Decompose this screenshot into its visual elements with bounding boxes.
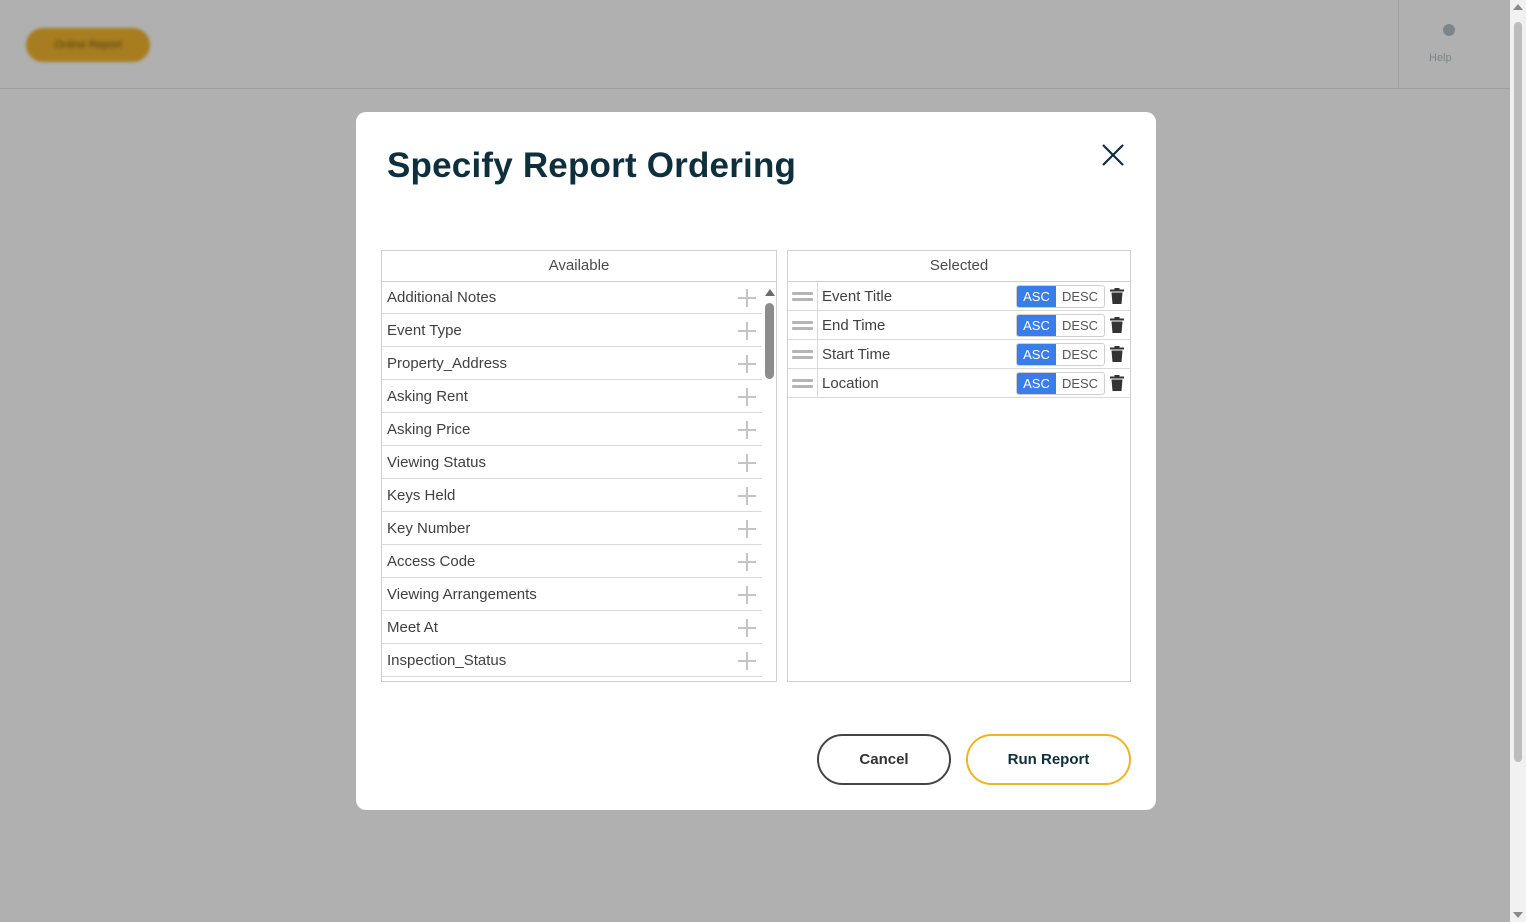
asc-button[interactable]: ASC [1017, 315, 1056, 336]
trash-icon[interactable] [1110, 375, 1124, 391]
trash-icon[interactable] [1110, 317, 1124, 333]
list-item: Access Code [382, 545, 762, 578]
trash-icon[interactable] [1110, 346, 1124, 362]
selected-field-label: Location [822, 375, 879, 392]
plus-icon[interactable] [738, 454, 756, 472]
close-icon [1102, 144, 1124, 166]
scroll-down-arrow-icon[interactable] [1513, 912, 1523, 918]
scroll-up-arrow-icon[interactable] [765, 289, 775, 296]
selected-row: End Time ASC DESC [788, 311, 1130, 340]
field-label: Access Code [387, 553, 476, 570]
page-scrollbar[interactable] [1510, 0, 1526, 922]
list-item: Event Type [382, 314, 762, 347]
desc-button[interactable]: DESC [1056, 344, 1104, 365]
close-button[interactable] [1098, 140, 1128, 170]
scrollbar-thumb[interactable] [1514, 22, 1522, 762]
field-label: Asking Price [387, 421, 471, 438]
sort-direction-toggle: ASC DESC [1016, 343, 1105, 366]
available-list: Additional Notes Event Type Property_Add… [382, 281, 762, 681]
desc-button[interactable]: DESC [1056, 286, 1104, 307]
desc-button[interactable]: DESC [1056, 315, 1104, 336]
scrollbar-thumb[interactable] [765, 303, 774, 379]
plus-icon[interactable] [738, 619, 756, 637]
list-item: Additional Notes [382, 281, 762, 314]
selected-field-label: Event Title [822, 288, 893, 305]
list-item: Asking Price [382, 413, 762, 446]
plus-icon[interactable] [738, 355, 756, 373]
asc-button[interactable]: ASC [1017, 344, 1056, 365]
sort-direction-toggle: ASC DESC [1016, 314, 1105, 337]
plus-icon[interactable] [738, 586, 756, 604]
dialog-title: Specify Report Ordering [387, 146, 797, 185]
selected-fields-panel: Selected Event Title ASC DESC End Time A… [787, 250, 1131, 682]
available-header: Available [382, 251, 776, 282]
plus-icon[interactable] [738, 487, 756, 505]
available-list-scrollbar[interactable] [763, 281, 777, 681]
list-item: Property_Address [382, 347, 762, 380]
cancel-button[interactable]: Cancel [817, 734, 951, 785]
list-item: Key Number [382, 512, 762, 545]
plus-icon[interactable] [738, 520, 756, 538]
selected-field-label: Start Time [822, 346, 891, 363]
desc-button[interactable]: DESC [1056, 373, 1104, 394]
plus-icon[interactable] [738, 652, 756, 670]
available-fields-panel: Available Additional Notes Event Type Pr… [381, 250, 777, 682]
list-item: Keys Held [382, 479, 762, 512]
drag-handle-icon[interactable] [788, 369, 818, 397]
selected-row: Event Title ASC DESC [788, 282, 1130, 311]
field-label: Meet At [387, 619, 438, 636]
scroll-up-arrow-icon[interactable] [1513, 4, 1523, 10]
list-item: Viewing Arrangements [382, 578, 762, 611]
asc-button[interactable]: ASC [1017, 373, 1056, 394]
sort-direction-toggle: ASC DESC [1016, 285, 1105, 308]
field-label: Additional Notes [387, 289, 497, 306]
plus-icon[interactable] [738, 421, 756, 439]
field-label: Event Type [387, 322, 462, 339]
field-label: Viewing Arrangements [387, 586, 537, 603]
selected-row: Start Time ASC DESC [788, 340, 1130, 369]
field-label: Key Number [387, 520, 471, 537]
sort-direction-toggle: ASC DESC [1016, 372, 1105, 395]
drag-handle-icon[interactable] [788, 282, 818, 310]
selected-row: Location ASC DESC [788, 369, 1130, 398]
list-item: Asking Rent [382, 380, 762, 413]
list-item: Meet At [382, 611, 762, 644]
trash-icon[interactable] [1110, 288, 1124, 304]
plus-icon[interactable] [738, 289, 756, 307]
field-label: Keys Held [387, 487, 456, 504]
field-label: Viewing Status [387, 454, 486, 471]
plus-icon[interactable] [738, 322, 756, 340]
selected-field-label: End Time [822, 317, 886, 334]
asc-button[interactable]: ASC [1017, 286, 1056, 307]
list-item: Viewing Status [382, 446, 762, 479]
selected-header: Selected [788, 251, 1130, 282]
drag-handle-icon[interactable] [788, 340, 818, 368]
report-ordering-dialog: Specify Report Ordering Available Additi… [356, 112, 1156, 810]
field-label: Property_Address [387, 355, 508, 372]
field-label: Asking Rent [387, 388, 468, 405]
plus-icon[interactable] [738, 553, 756, 571]
run-report-button[interactable]: Run Report [966, 734, 1131, 785]
plus-icon[interactable] [738, 388, 756, 406]
field-label: Inspection_Status [387, 652, 507, 669]
list-item-partial [382, 677, 762, 681]
drag-handle-icon[interactable] [788, 311, 818, 339]
list-item: Inspection_Status [382, 644, 762, 677]
